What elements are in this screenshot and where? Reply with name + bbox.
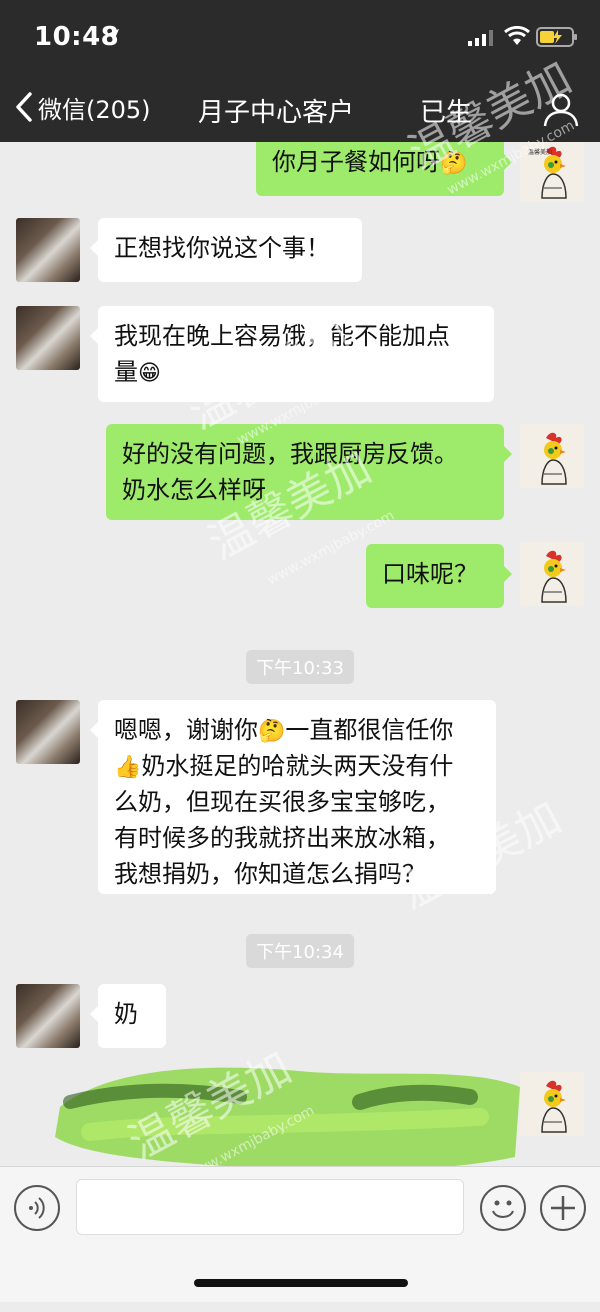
voice-icon — [29, 1197, 45, 1219]
person-icon[interactable] — [542, 90, 580, 128]
message-text-line: 奶水挺足的哈就头两天没有什 — [141, 752, 454, 780]
message-text-line: 我现在晚上容易饿，能不能加点 — [114, 322, 450, 350]
message-text-line: 有时候多的我就挤出来放冰箱， — [114, 824, 450, 852]
message-text-line: 一直都很信任你 — [285, 716, 454, 744]
message-bubble[interactable]: 口味呢？ — [366, 544, 512, 608]
avatar-customer[interactable] — [16, 306, 80, 370]
rooster-avatar-icon — [520, 542, 584, 606]
message-text: 你月子餐如何呀 — [272, 148, 440, 176]
avatar-self[interactable] — [520, 424, 584, 488]
message-outgoing: 口味呢？ — [0, 542, 600, 612]
chat-area: 你月子餐如何呀🤔 温馨美加 正想找你说这个事！ 我现在晚上容易饿，能不能加点 量… — [0, 142, 600, 1166]
emoji-button[interactable] — [480, 1185, 526, 1231]
thumbs-up-emoji-icon: 👍 — [114, 755, 142, 780]
grin-emoji-icon: 😁 — [138, 361, 161, 386]
smiley-icon — [492, 1200, 514, 1218]
chat-title: 月子中心客户 — [198, 98, 355, 128]
message-text: 口味呢？ — [382, 560, 478, 588]
more-button[interactable] — [540, 1185, 586, 1231]
home-indicator[interactable] — [194, 1279, 408, 1287]
message-incoming: 正想找你说这个事！ — [0, 218, 600, 288]
rooster-avatar-icon: 温馨美加 — [520, 142, 584, 202]
avatar-self[interactable] — [520, 1072, 584, 1136]
back-button[interactable]: 微信(205) — [14, 86, 151, 128]
avatar-self[interactable]: 温馨美加 — [520, 142, 584, 202]
message-input[interactable] — [76, 1179, 464, 1235]
status-bar: 10:48 — [0, 0, 600, 72]
nav-bar: 微信(205) 月子中心客户 已生 — [0, 72, 600, 142]
message-bubble[interactable]: 我现在晚上容易饿，能不能加点 量😁 — [90, 306, 494, 402]
cellular-signal-icon — [468, 30, 493, 46]
back-label: 微信(205) — [38, 95, 151, 124]
message-bubble[interactable]: 嗯嗯，谢谢你🤔一直都很信任你 👍奶水挺足的哈就头两天没有什 么奶，但现在买很多宝… — [90, 700, 496, 894]
message-incoming: 奶 — [0, 984, 600, 1054]
location-arrow-icon — [105, 29, 119, 43]
avatar-customer[interactable] — [16, 218, 80, 282]
wifi-icon — [504, 26, 530, 45]
message-incoming: 我现在晚上容易饿，能不能加点 量😁 — [0, 306, 600, 406]
voice-button[interactable] — [14, 1185, 60, 1231]
message-text: 正想找你说这个事！ — [114, 234, 330, 262]
message-text-line: 我想捐奶，你知道怎么捐吗？ — [114, 860, 426, 888]
message-text-line: 量 — [114, 358, 138, 386]
message-bubble[interactable]: 好的没有问题，我跟厨房反馈。 奶水怎么样呀 — [106, 424, 512, 520]
message-incoming: 嗯嗯，谢谢你🤔一直都很信任你 👍奶水挺足的哈就头两天没有什 么奶，但现在买很多宝… — [0, 700, 600, 900]
battery-icon — [536, 27, 577, 47]
message-text-line: 好的没有问题，我跟厨房反馈。 — [122, 440, 458, 468]
message-bubble[interactable]: 奶 — [90, 984, 166, 1048]
input-bar — [0, 1166, 600, 1302]
timestamp: 下午10:33 — [246, 650, 354, 684]
message-text-line: 么奶，但现在买很多宝宝够吃， — [114, 788, 450, 816]
svg-text:温馨美加: 温馨美加 — [528, 148, 552, 156]
message-bubble[interactable]: 正想找你说这个事！ — [90, 218, 362, 282]
message-outgoing: 好的没有问题，我跟厨房反馈。 奶水怎么样呀 — [0, 424, 600, 524]
rooster-avatar-icon — [520, 1072, 584, 1136]
message-bubble[interactable]: 你月子餐如何呀🤔 — [256, 142, 512, 196]
chat-title-suffix: 已生 — [420, 98, 473, 128]
redaction-smear — [55, 1067, 520, 1166]
avatar-self[interactable] — [520, 542, 584, 606]
message-text-line: 奶水怎么样呀 — [122, 476, 266, 504]
avatar-customer[interactable] — [16, 984, 80, 1048]
thinking-emoji-icon: 🤔 — [258, 719, 286, 744]
plus-icon — [551, 1196, 575, 1220]
message-text: 奶 — [114, 1000, 138, 1028]
thinking-emoji-icon: 🤔 — [440, 151, 468, 176]
message-text-line: 嗯嗯，谢谢你 — [114, 716, 258, 744]
chevron-left-icon — [16, 92, 32, 122]
avatar-customer[interactable] — [16, 700, 80, 764]
timestamp: 下午10:34 — [246, 934, 354, 968]
message-outgoing: 你月子餐如何呀🤔 温馨美加 — [0, 142, 600, 202]
rooster-avatar-icon — [520, 424, 584, 488]
